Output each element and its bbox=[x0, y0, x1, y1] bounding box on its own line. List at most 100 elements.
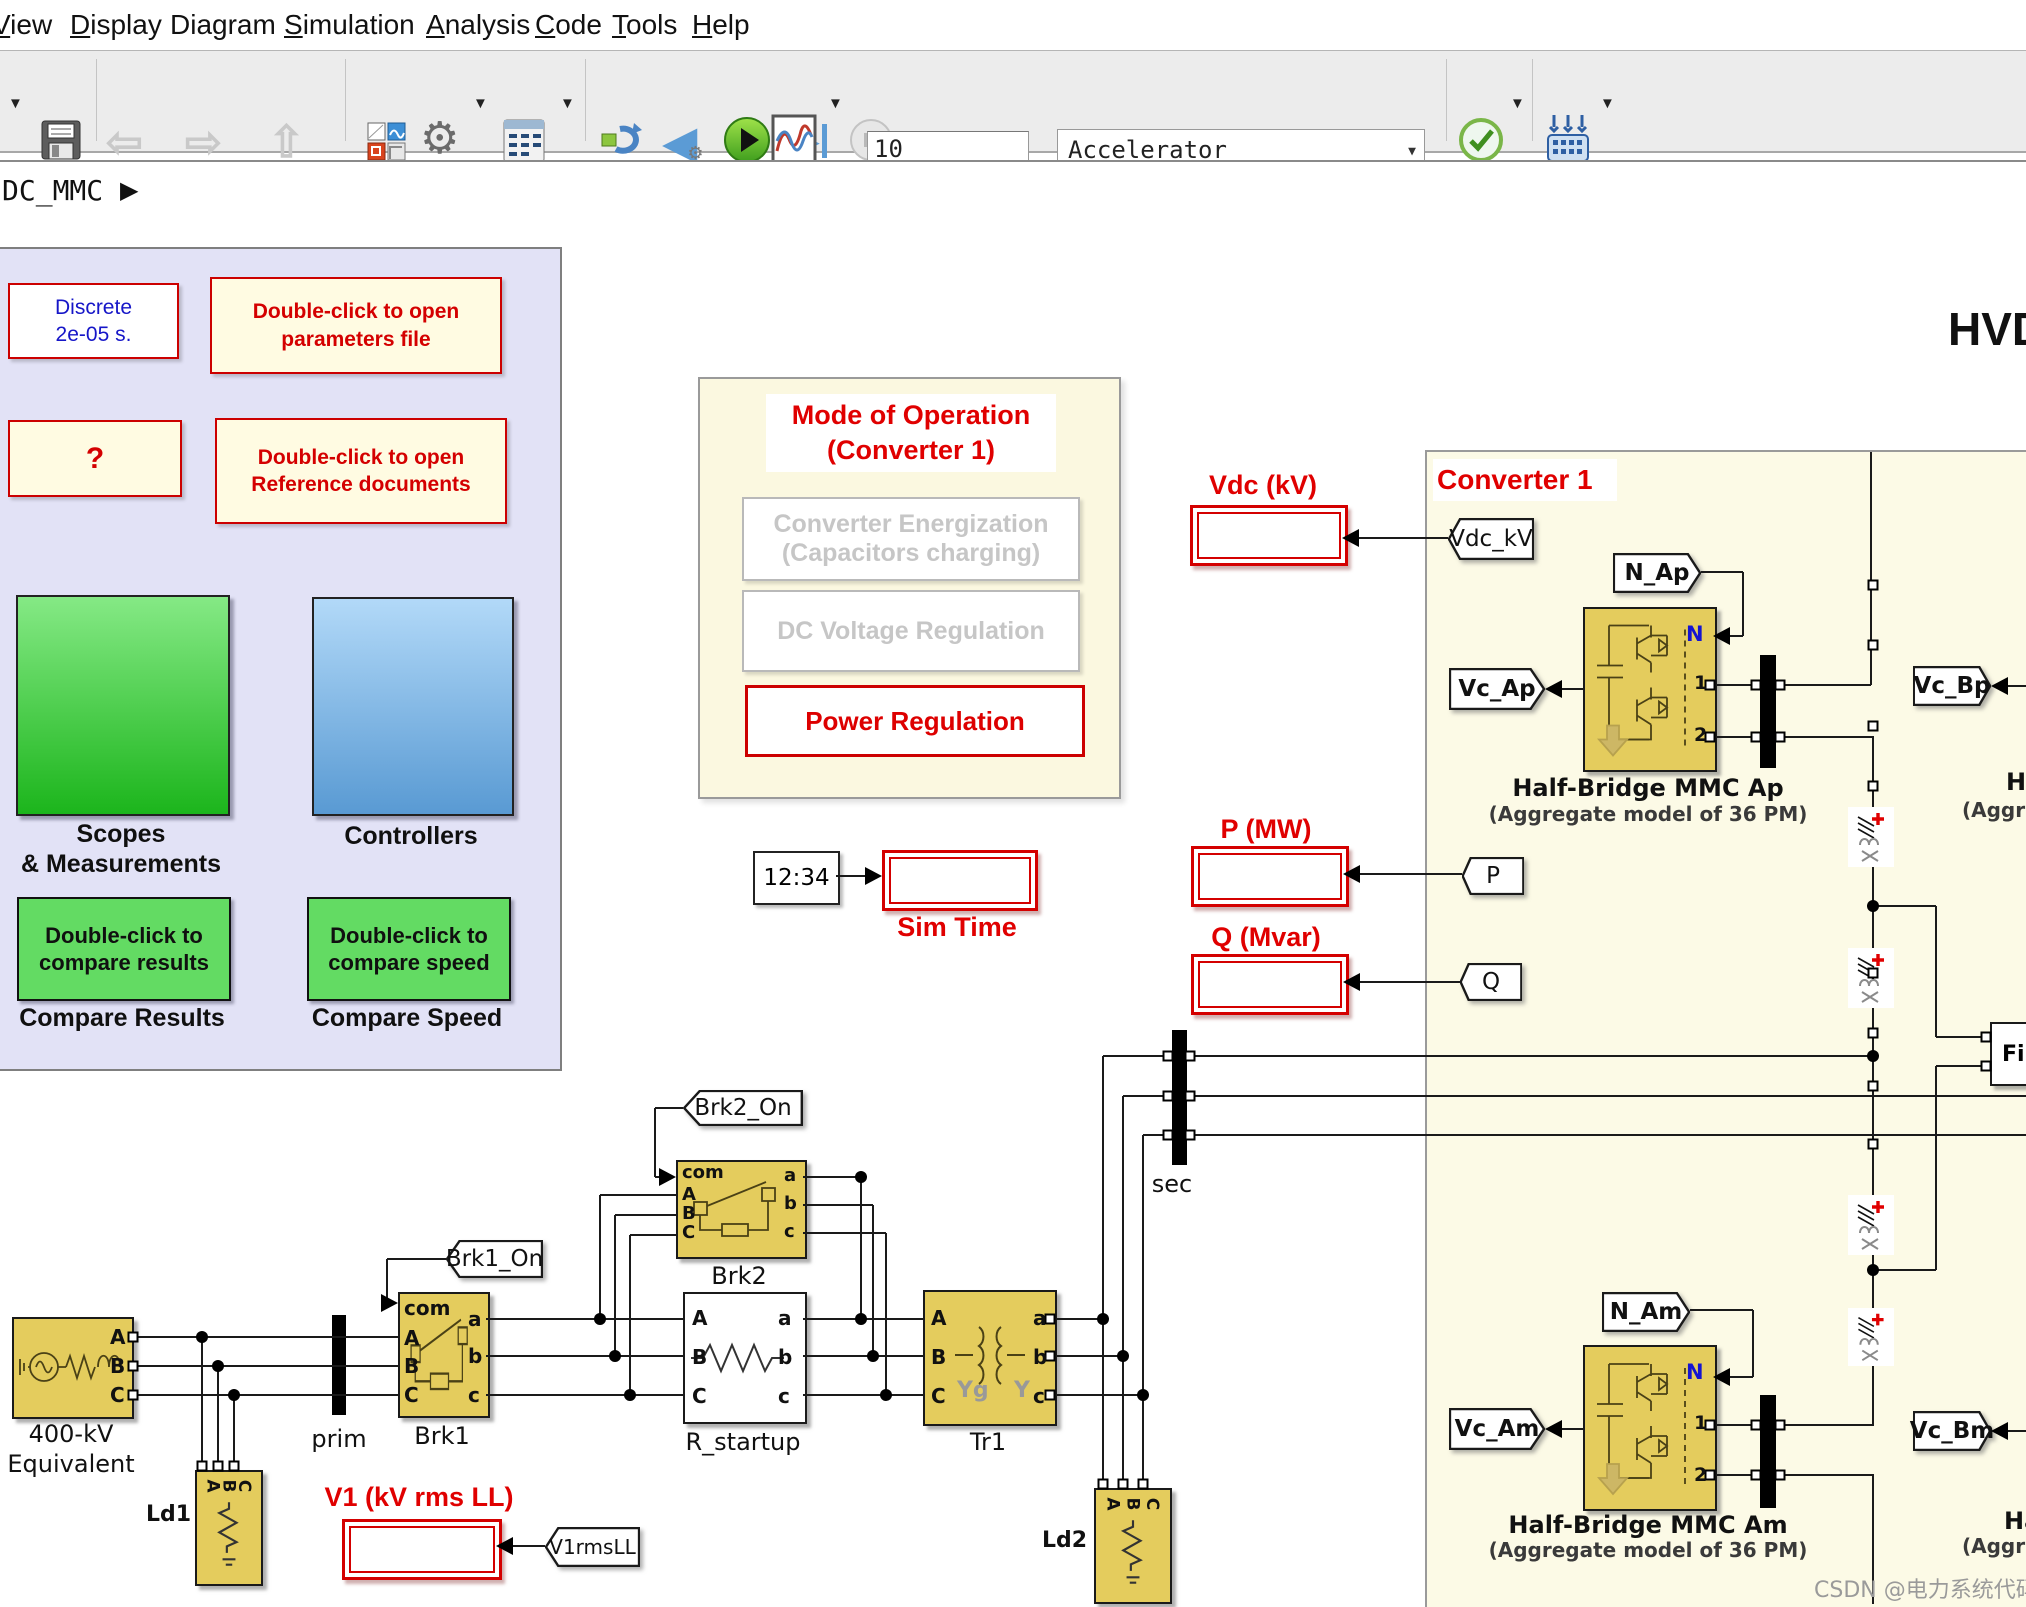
compare-speed-button[interactable]: Double-click to compare speed bbox=[307, 897, 511, 1001]
vdc-display[interactable] bbox=[1190, 505, 1348, 566]
from-tag-v1rmsll[interactable]: V1rmsLL bbox=[545, 1527, 640, 1567]
settings-dropdown-icon[interactable]: ▼ bbox=[560, 95, 575, 112]
menu-code[interactable]: Code bbox=[535, 9, 602, 41]
wire bbox=[615, 1214, 676, 1216]
port-label-A: A bbox=[110, 1325, 125, 1349]
port-square bbox=[1185, 1051, 1196, 1062]
mode-dc-regulation-button[interactable]: DC Voltage Regulation bbox=[742, 590, 1080, 672]
wire-junction bbox=[1097, 1313, 1109, 1325]
menu-diagram[interactable]: Diagram bbox=[170, 9, 276, 41]
model-settings-icon[interactable] bbox=[500, 117, 548, 165]
build-dropdown-icon[interactable]: ▼ bbox=[1600, 95, 1615, 112]
update-diagram-icon[interactable] bbox=[600, 117, 652, 163]
filter-block-cut[interactable]: Fi bbox=[1990, 1022, 2026, 1086]
arrowhead-left-icon bbox=[1713, 627, 1730, 645]
controllers-subsystem-block[interactable] bbox=[312, 597, 514, 816]
p-display-label: P (MW) bbox=[1221, 814, 1312, 845]
wire-junction bbox=[855, 1313, 867, 1325]
arm-branch-block-1[interactable] bbox=[1848, 807, 1894, 867]
mmc-ap-label: Half-Bridge MMC Ap bbox=[1512, 774, 1783, 802]
menu-display[interactable]: Display bbox=[70, 9, 162, 41]
port-square bbox=[1138, 1479, 1149, 1490]
wire-junction bbox=[1867, 900, 1879, 912]
q-display[interactable] bbox=[1191, 954, 1349, 1015]
help-block[interactable]: ? bbox=[8, 420, 182, 497]
gear-dropdown-icon[interactable]: ▼ bbox=[473, 95, 488, 112]
menu-analysis[interactable]: Analysis bbox=[426, 9, 530, 41]
goto-tag-n-ap[interactable]: N_Ap bbox=[1613, 553, 1701, 593]
bus-mmc-ap[interactable] bbox=[1760, 655, 1776, 768]
from-tag-q[interactable]: Q bbox=[1460, 963, 1522, 1001]
port-label-B: B bbox=[1122, 1498, 1142, 1511]
arrowhead-left-icon bbox=[496, 1537, 513, 1555]
scopes-label-line1: Scopes bbox=[77, 820, 166, 849]
port-square bbox=[1118, 1479, 1129, 1490]
arm-branch-block-3[interactable] bbox=[1848, 1195, 1894, 1255]
port-square bbox=[1868, 640, 1879, 651]
wire bbox=[486, 1394, 683, 1396]
mmc-bp-label-cut: H bbox=[2006, 768, 2026, 796]
bus-mmc-am[interactable] bbox=[1760, 1395, 1776, 1508]
port-label-B: B bbox=[404, 1354, 419, 1378]
brk1-label: Brk1 bbox=[414, 1422, 470, 1450]
from-tag-p[interactable]: P bbox=[1462, 857, 1524, 895]
port-label-yg: Yg bbox=[957, 1378, 989, 1403]
port-label-c: c bbox=[784, 1221, 795, 1242]
sim-time-display[interactable] bbox=[882, 850, 1038, 911]
clock-block[interactable]: 12:34 bbox=[753, 851, 840, 905]
port-label-c: c bbox=[1033, 1384, 1045, 1408]
open-reference-docs-button[interactable]: Double-click to open Reference documents bbox=[215, 418, 507, 524]
goto-tag-vc-ap[interactable]: Vc_Ap bbox=[1449, 668, 1545, 710]
q-display-label: Q (Mvar) bbox=[1211, 922, 1321, 953]
wire bbox=[1122, 1096, 1124, 1488]
goto-tag-vc-bp[interactable]: Vc_Bp bbox=[1913, 666, 1991, 706]
arrowhead-left-icon bbox=[1343, 973, 1360, 991]
run-icon[interactable] bbox=[722, 115, 772, 165]
menu-view[interactable]: View bbox=[0, 9, 52, 41]
mode-power-regulation-button[interactable]: Power Regulation bbox=[745, 685, 1085, 757]
goto-tag-vc-am[interactable]: Vc_Am bbox=[1449, 1408, 1545, 1450]
wire bbox=[1776, 684, 1871, 686]
discrete-powergui-block[interactable]: Discrete 2e-05 s. bbox=[8, 283, 179, 359]
scope-dropdown-icon[interactable]: ▼ bbox=[828, 95, 843, 112]
watermark: CSDN @电力系统代码 bbox=[1814, 1572, 2026, 1604]
mmc-bp-sublabel-cut: (Aggr bbox=[1962, 798, 2025, 822]
v1-display[interactable] bbox=[342, 1519, 502, 1580]
menu-help[interactable]: Help bbox=[692, 9, 750, 41]
port-square bbox=[1868, 580, 1879, 591]
model-canvas[interactable]: Discrete 2e-05 s. Double-click to open p… bbox=[0, 222, 2026, 1607]
open-parameters-button[interactable]: Double-click to open parameters file bbox=[210, 277, 502, 374]
from-tag-brk1-on[interactable]: Brk1_On bbox=[446, 1240, 543, 1278]
from-tag-vdc-kv[interactable]: Vdc_kV bbox=[1448, 518, 1534, 560]
gear-icon[interactable]: ⚙ bbox=[420, 113, 459, 164]
port-square bbox=[1775, 1420, 1786, 1431]
from-tag-brk2-on[interactable]: Brk2_On bbox=[683, 1090, 803, 1126]
goto-tag-vc-bm[interactable]: Vc_Bm bbox=[1913, 1411, 1991, 1451]
menu-simulation[interactable]: Simulation bbox=[284, 9, 415, 41]
port-square bbox=[1163, 1130, 1174, 1141]
advisor-dropdown-icon[interactable]: ▼ bbox=[1510, 95, 1525, 112]
arrowhead-left-icon bbox=[1545, 680, 1562, 698]
save-icon[interactable] bbox=[38, 117, 84, 163]
arrowhead-left-icon bbox=[1991, 677, 2008, 695]
compare-results-button[interactable]: Double-click to compare results bbox=[17, 897, 231, 1001]
ld2-label: Ld2 bbox=[1042, 1528, 1087, 1553]
port-label-N: N bbox=[1686, 1360, 1704, 1384]
mode-energization-button[interactable]: Converter Energization (Capacitors charg… bbox=[742, 497, 1080, 581]
p-display[interactable] bbox=[1191, 846, 1349, 907]
model-advisor-icon[interactable] bbox=[1458, 117, 1504, 163]
wire bbox=[1872, 1366, 1874, 1425]
scopes-subsystem-block[interactable] bbox=[16, 595, 230, 816]
wire bbox=[1053, 1318, 1103, 1320]
brk2-label: Brk2 bbox=[711, 1262, 767, 1290]
menu-tools[interactable]: Tools bbox=[612, 9, 677, 41]
new-model-dropdown-icon[interactable]: ▼ bbox=[8, 95, 23, 112]
arm-branch-block-4[interactable] bbox=[1848, 1308, 1894, 1366]
breadcrumb[interactable]: DC_MMC bbox=[2, 174, 103, 207]
wire bbox=[1562, 1428, 1583, 1430]
wire-junction bbox=[1867, 1264, 1879, 1276]
build-icon[interactable] bbox=[1544, 113, 1592, 165]
goto-tag-n-am[interactable]: N_Am bbox=[1602, 1292, 1690, 1332]
wire-junction bbox=[1117, 1350, 1129, 1362]
library-browser-icon[interactable] bbox=[366, 121, 408, 163]
